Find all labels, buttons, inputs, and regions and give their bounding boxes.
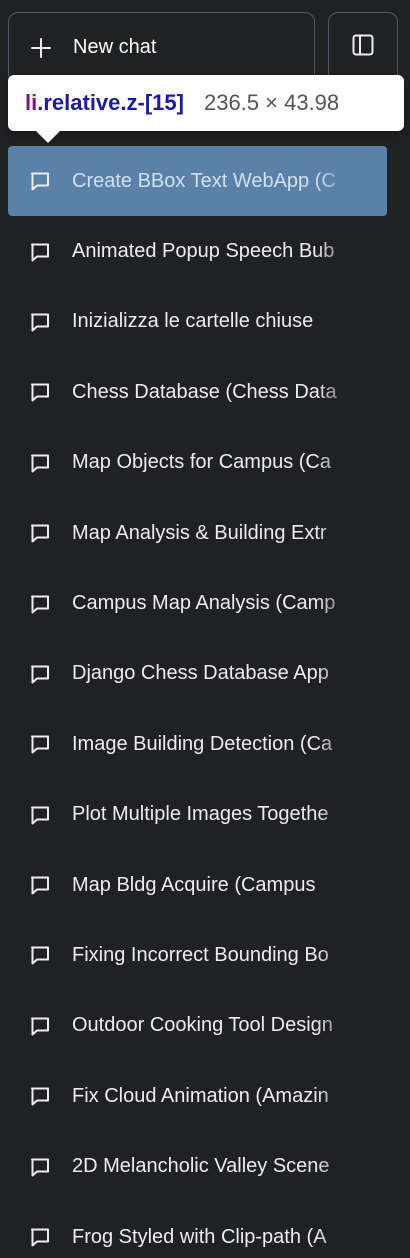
chat-bubble-icon (28, 380, 52, 404)
chat-history-title: Fix Cloud Animation (Amazin (72, 1084, 329, 1107)
chat-history-title: Inizializza le cartelle chiuse (72, 310, 314, 333)
chat-history-title: Frog Styled with Clip-path (A (72, 1225, 327, 1248)
plus-icon (29, 36, 53, 60)
chat-history-item[interactable]: Map Objects for Campus (Ca (8, 428, 387, 498)
sidebar-toggle-icon (351, 33, 375, 62)
chat-history-item[interactable]: Plot Multiple Images Togethe (8, 780, 387, 850)
chat-history-title: Image Building Detection (Ca (72, 732, 333, 755)
chat-history-title: Campus Map Analysis (Camp (72, 592, 336, 615)
chat-history-item[interactable]: Map Analysis & Building Extr (8, 498, 387, 568)
sidebar-toggle-button[interactable] (328, 12, 398, 83)
chat-bubble-icon (28, 310, 52, 334)
chat-history-title: Outdoor Cooking Tool Design (72, 1014, 333, 1037)
chat-history-item[interactable]: Chess Database (Chess Data (8, 357, 387, 427)
new-chat-label: New chat (73, 36, 157, 58)
chat-bubble-icon (28, 169, 52, 193)
inspector-tooltip: li .relative.z-[15] 236.5 × 43.98 (8, 75, 404, 143)
chat-bubble-icon (28, 240, 52, 264)
new-chat-button[interactable]: New chat (8, 12, 315, 83)
chat-bubble-icon (28, 451, 52, 475)
chat-bubble-icon (28, 803, 52, 827)
chat-history-title: Chess Database (Chess Data (72, 380, 337, 403)
chat-history-item[interactable]: Map Bldg Acquire (Campus (8, 850, 387, 920)
chat-history-item[interactable]: Inizializza le cartelle chiuse (8, 287, 387, 357)
chat-history-item[interactable]: Outdoor Cooking Tool Design (8, 991, 387, 1061)
chat-history-list: Create BBox Text WebApp (C Animated Popu… (8, 146, 388, 1258)
chat-bubble-icon (28, 1225, 52, 1249)
chat-history-item[interactable]: Create BBox Text WebApp (C (8, 146, 387, 217)
chat-history-item[interactable]: Fix Cloud Animation (Amazin (8, 1061, 387, 1131)
inspector-selector: .relative.z-[15] (37, 90, 184, 115)
chat-history-title: Plot Multiple Images Togethe (72, 803, 329, 826)
chat-bubble-icon (28, 592, 52, 616)
chat-history-item[interactable]: Image Building Detection (Ca (8, 709, 387, 779)
chat-bubble-icon (28, 873, 52, 897)
chat-history-title: Map Objects for Campus (Ca (72, 451, 331, 474)
chat-history-title: Create BBox Text WebApp (C (72, 169, 336, 192)
chat-history-title: Map Bldg Acquire (Campus (72, 873, 316, 896)
sidebar: New chat li .relative.z-[15] 236.5 × 43.9… (0, 0, 410, 1258)
chat-history-item[interactable]: Animated Popup Speech Bub (8, 216, 387, 286)
chat-history-item[interactable]: Django Chess Database App (8, 639, 387, 709)
chat-history-item[interactable]: Campus Map Analysis (Camp (8, 568, 387, 638)
chat-bubble-icon (28, 521, 52, 545)
chat-history-title: Django Chess Database App (72, 662, 329, 685)
chat-bubble-icon (28, 1084, 52, 1108)
chat-history-item[interactable]: Frog Styled with Clip-path (A (8, 1202, 387, 1258)
chat-bubble-icon (28, 662, 52, 686)
inspector-dimensions: 236.5 × 43.98 (203, 90, 340, 115)
chat-history-item[interactable]: 2D Melancholic Valley Scene (8, 1131, 387, 1201)
chat-bubble-icon (28, 1014, 52, 1038)
inspector-tag: li (25, 90, 38, 115)
chat-history-item[interactable]: Fixing Incorrect Bounding Bo (8, 920, 387, 990)
chat-history-title: 2D Melancholic Valley Scene (72, 1155, 330, 1178)
chat-bubble-icon (28, 943, 52, 967)
chat-history-title: Animated Popup Speech Bub (72, 240, 335, 263)
chat-bubble-icon (28, 732, 52, 756)
chat-history-title: Fixing Incorrect Bounding Bo (72, 943, 329, 966)
chat-history-title: Map Analysis & Building Extr (72, 521, 327, 544)
chat-bubble-icon (28, 1155, 52, 1179)
